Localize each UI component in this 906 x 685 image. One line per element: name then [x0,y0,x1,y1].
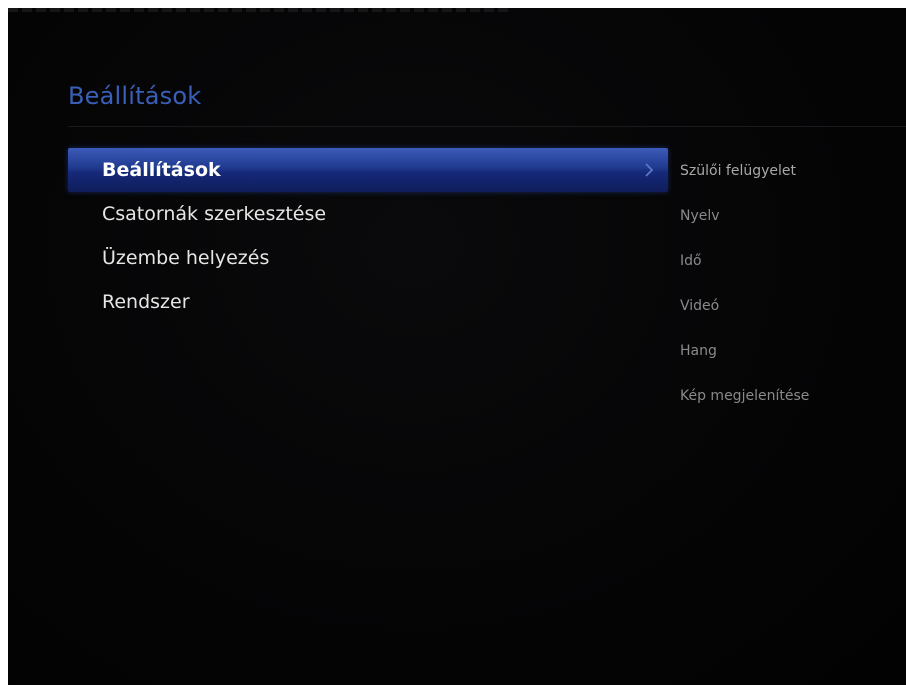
submenu-item-time[interactable]: Idő [680,238,900,283]
chevron-right-icon [645,163,654,177]
submenu-item-language[interactable]: Nyelv [680,193,900,238]
submenu-item-audio[interactable]: Hang [680,328,900,373]
menu-item-label: Rendszer [102,291,190,313]
menu-item-label: Csatornák szerkesztése [102,203,327,225]
menu-item-installation[interactable]: Üzembe helyezés [68,236,668,280]
menu-item-channel-editing[interactable]: Csatornák szerkesztése [68,192,668,236]
page-title: Beállítások [68,82,202,110]
menu-item-label: Beállítások [102,159,221,181]
submenu-item-display[interactable]: Kép megjelenítése [680,373,900,418]
menu-item-system[interactable]: Rendszer [68,280,668,324]
menu-item-settings[interactable]: Beállítások [68,148,668,192]
submenu-item-parental-control[interactable]: Szülői felügyelet [680,148,900,193]
submenu-preview: Szülői felügyelet Nyelv Idő Videó Hang K… [680,148,900,418]
tv-screen: Beállítások Beállítások Csatornák szerke… [8,8,906,685]
submenu-item-video[interactable]: Videó [680,283,900,328]
top-edge-artifact [8,8,508,12]
menu-item-label: Üzembe helyezés [102,247,270,269]
title-divider [68,126,906,127]
main-menu: Beállítások Csatornák szerkesztése Üzemb… [68,148,668,324]
